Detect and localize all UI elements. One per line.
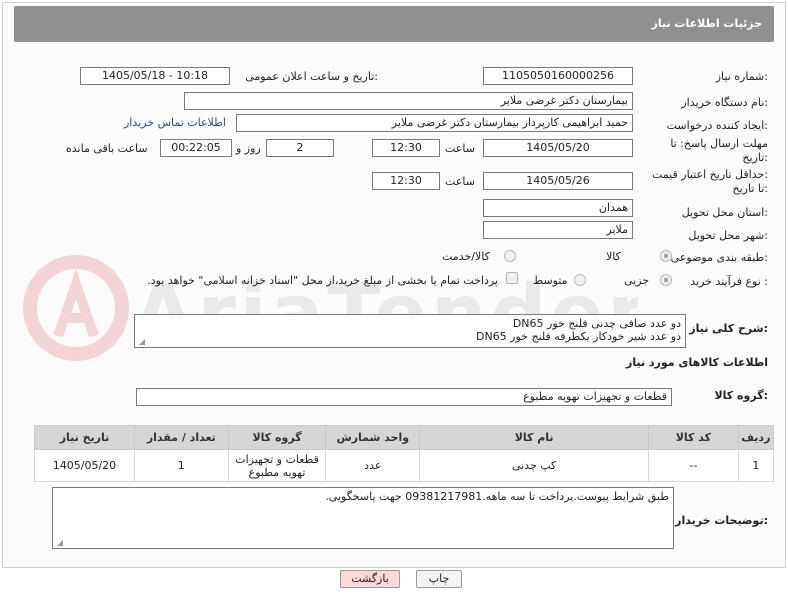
deadline-time-field: 12:30 xyxy=(372,139,440,157)
cell-qty: 1 xyxy=(133,449,229,482)
need-number-field: 1105050160000256 xyxy=(483,67,633,85)
city-field: ملایر xyxy=(483,221,633,239)
page-title: جزئیات اطلاعات نیاز xyxy=(651,17,763,30)
process-medium-label: متوسط xyxy=(533,274,568,287)
process-minor-radio[interactable] xyxy=(660,274,672,286)
price-valid-time-field: 12:30 xyxy=(372,172,440,190)
announce-field: 1405/05/18 - 10:18 xyxy=(80,67,230,85)
buyer-org-field: بیمارستان دکتر غرضی ملایر xyxy=(184,92,633,110)
treasury-checkbox[interactable] xyxy=(506,272,518,284)
contact-info-link[interactable]: اطلاعات تماس خریدار xyxy=(124,116,226,129)
col-header-group: گروه کالا xyxy=(227,425,327,450)
price-valid-time-label: ساعت xyxy=(445,175,475,188)
process-label: نوع فرآیند خرید : xyxy=(690,275,768,288)
resize-grip-icon[interactable]: ◢ xyxy=(55,539,63,547)
deadline-date-field: 1405/05/20 xyxy=(483,139,633,157)
cell-name: کپ چدنی xyxy=(419,449,650,482)
cell-group: قطعات و تجهیزات تهویه مطبوع xyxy=(227,449,327,482)
table-row: 1 -- کپ چدنی عدد قطعات و تجهیزات تهویه م… xyxy=(34,449,775,482)
category-goods-label: کالا xyxy=(606,250,621,263)
deadline-label-line1: مهلت ارسال پاسخ: تا xyxy=(670,137,768,150)
col-header-unit: واحد شمارش xyxy=(325,425,421,450)
need-number-label: شماره نیاز: xyxy=(715,70,768,83)
col-header-date: تاریخ نیاز xyxy=(34,425,135,450)
description-textarea[interactable]: دو عدد صافی چدنی فلنج خور DN65 دو عدد شی… xyxy=(134,314,686,348)
creator-label: ایجاد کننده درخواست: xyxy=(666,119,768,132)
cell-unit: عدد xyxy=(325,449,421,482)
goods-group-label: گروه کالا: xyxy=(714,389,768,402)
header-bar: جزئیات اطلاعات نیاز xyxy=(14,6,774,42)
price-valid-label-line1: حداقل تاریخ اعتبار قیمت: xyxy=(652,168,768,181)
category-goods-service-radio[interactable] xyxy=(504,250,516,262)
buyer-notes-text: طبق شرایط پیوست.پرداخت تا سه ماهه.093812… xyxy=(325,490,669,503)
province-label: استان محل تحویل: xyxy=(681,206,768,219)
col-header-name: نام کالا xyxy=(419,425,650,450)
price-valid-date-field: 1405/05/26 xyxy=(483,172,633,190)
category-goods-service-label: کالا/خدمت xyxy=(442,250,490,263)
process-minor-label: جزیی xyxy=(624,274,650,287)
process-note: پرداخت تمام یا بخشی از مبلغ خرید،از محل … xyxy=(147,274,498,287)
description-line-1: دو عدد صافی چدنی فلنج خور DN65 xyxy=(512,317,681,330)
price-valid-label-line2: تا تاریخ: xyxy=(732,182,768,195)
category-label: طبقه بندی موضوعی: xyxy=(670,251,768,264)
creator-field: حمید ابراهیمی کارپرداز بیمارستان دکتر غر… xyxy=(236,114,633,132)
items-table: ردیف کد کالا نام کالا واحد شمارش گروه کا… xyxy=(34,425,775,482)
col-header-qty: تعداد / مقدار xyxy=(133,425,229,450)
buyer-notes-label: توضیحات خریدار: xyxy=(675,514,768,527)
days-field: 2 xyxy=(266,139,334,157)
remaining-label: ساعت باقی مانده xyxy=(66,142,148,155)
description-label: شرح کلی نیاز: xyxy=(689,322,768,335)
table-header-row: ردیف کد کالا نام کالا واحد شمارش گروه کا… xyxy=(34,425,775,450)
province-field: همدان xyxy=(483,199,633,217)
buyer-notes-textarea[interactable]: طبق شرایط پیوست.پرداخت تا سه ماهه.093812… xyxy=(52,487,674,549)
city-label: شهر محل تحویل: xyxy=(688,229,768,242)
description-line-2: دو عدد شیر خودکار یکطرفه فلنج خور DN65 xyxy=(475,330,681,343)
process-medium-radio[interactable] xyxy=(574,274,586,286)
cell-row-number: 1 xyxy=(737,449,775,482)
days-label: روز و xyxy=(236,142,261,155)
col-header-row: ردیف xyxy=(737,425,775,450)
resize-grip-icon[interactable]: ◢ xyxy=(137,338,145,346)
deadline-time-label: ساعت xyxy=(445,142,475,155)
category-goods-radio[interactable] xyxy=(660,250,672,262)
goods-info-title: اطلاعات کالاهای مورد نیاز xyxy=(626,356,768,369)
cell-code: -- xyxy=(648,449,739,482)
cell-date: 1405/05/20 xyxy=(34,449,135,482)
remaining-time-field: 00:22:05 xyxy=(160,139,232,157)
back-button[interactable]: بازگشت xyxy=(340,570,400,588)
deadline-label-line2: تاریخ: xyxy=(742,151,768,164)
col-header-code: کد کالا xyxy=(648,425,739,450)
goods-group-field: قطعات و تجهیزات تهویه مطبوع xyxy=(136,388,672,406)
announce-label: تاریخ و ساعت اعلان عمومی: xyxy=(245,70,378,83)
print-button[interactable]: چاپ xyxy=(416,570,462,588)
buyer-org-label: نام دستگاه خریدار: xyxy=(681,96,768,109)
